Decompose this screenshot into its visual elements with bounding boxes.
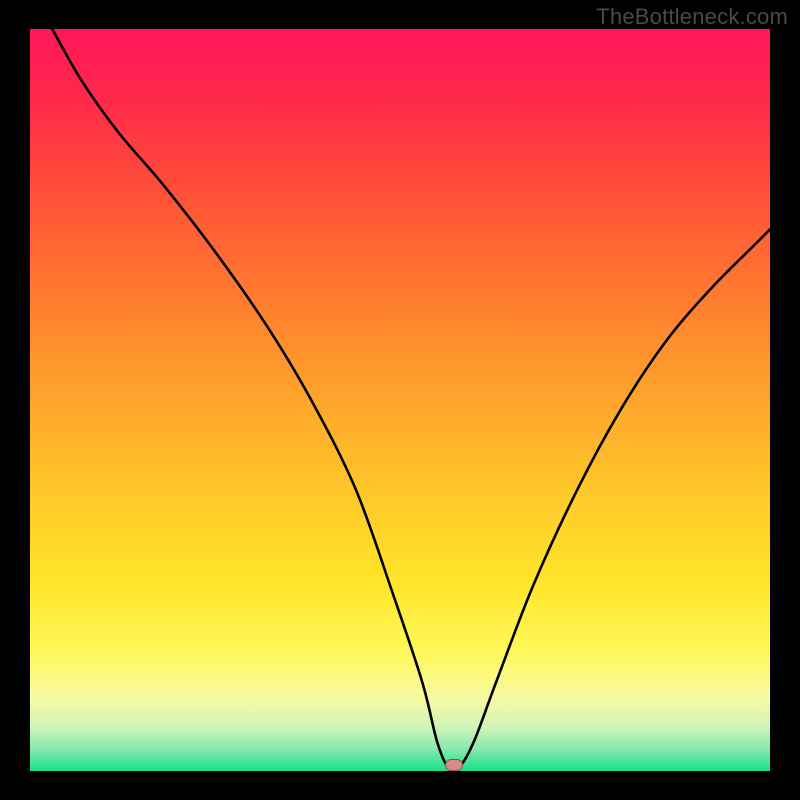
minimum-marker	[446, 760, 463, 771]
watermark-text: TheBottleneck.com	[596, 4, 788, 30]
chart-frame: TheBottleneck.com	[0, 0, 800, 800]
plot-svg	[30, 29, 770, 771]
plot-area	[30, 29, 770, 771]
gradient-background	[30, 29, 770, 771]
